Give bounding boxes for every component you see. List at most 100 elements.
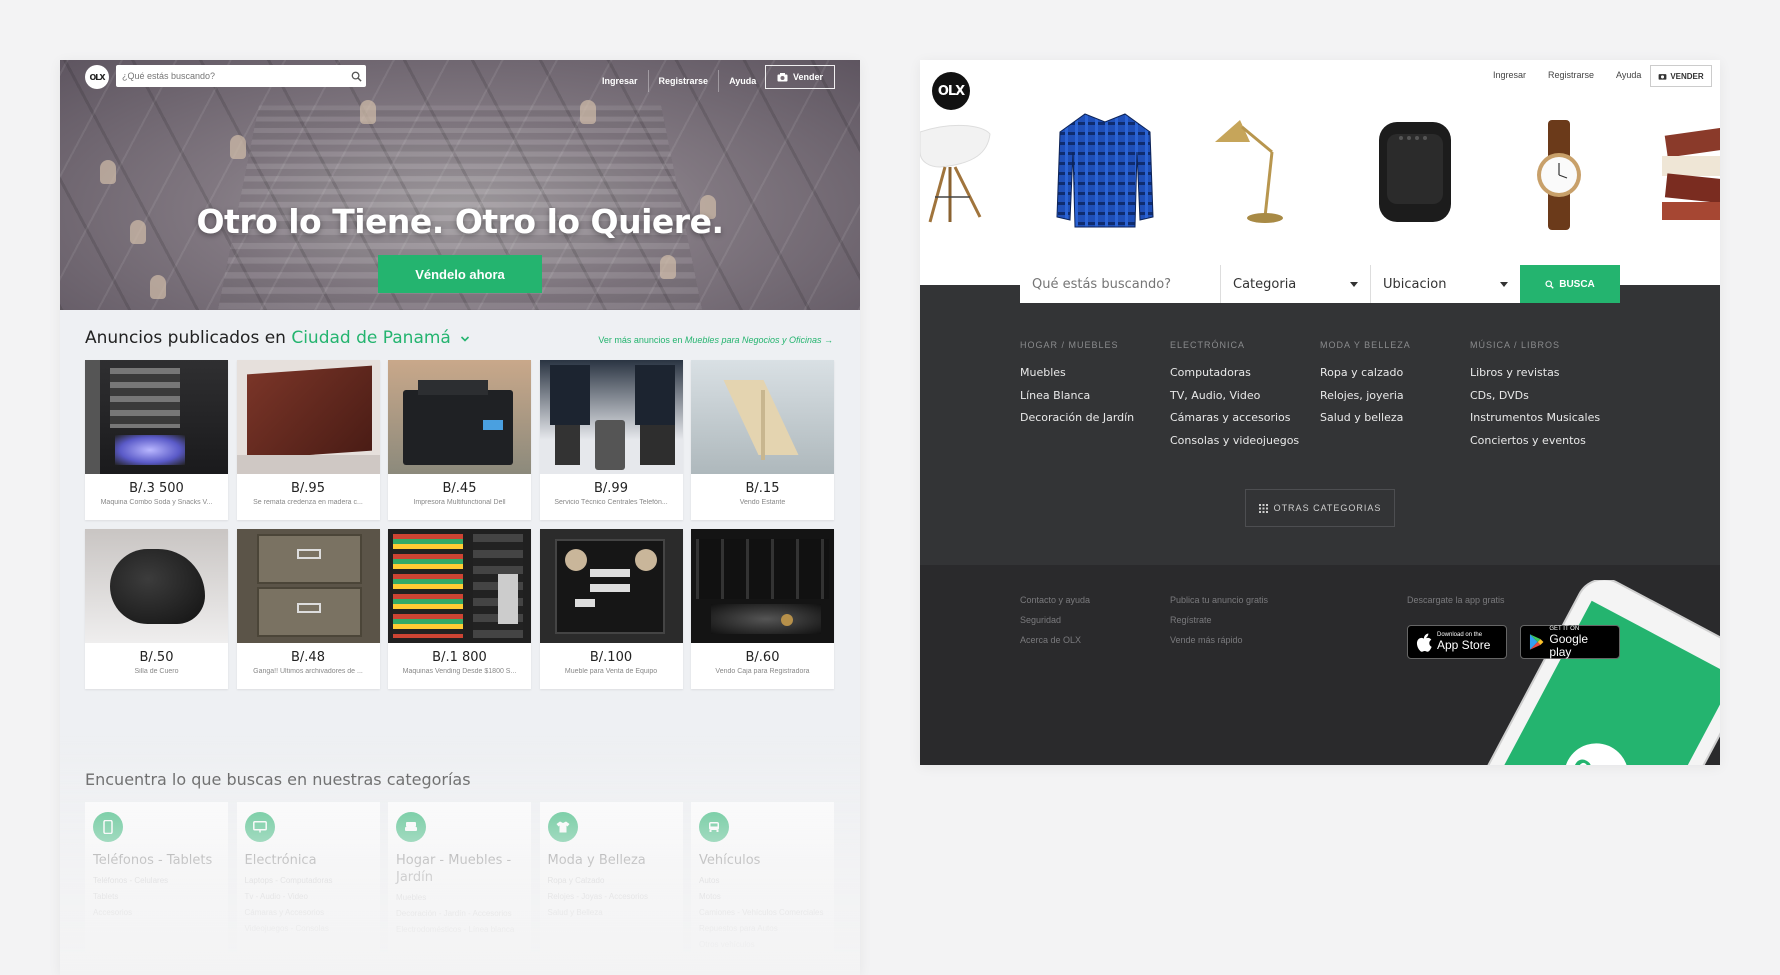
olx-logo[interactable]: OLX xyxy=(85,65,109,89)
category-link[interactable]: Ropa y calzado xyxy=(1320,362,1411,385)
category-link[interactable]: Instrumentos Musicales xyxy=(1470,407,1600,430)
ad-image xyxy=(236,529,380,643)
caret-down-icon xyxy=(1350,281,1358,287)
ad-price: B/.99 xyxy=(594,481,628,496)
ad-title: Ganga!! Ultimos archivadores de ... xyxy=(253,668,363,675)
sell-label: Vender xyxy=(792,72,823,82)
category-link[interactable]: Decoración de Jardín xyxy=(1020,407,1134,430)
ad-price: B/.60 xyxy=(745,650,780,665)
ad-card[interactable]: B/.50 Silla de Cuero xyxy=(85,529,228,689)
ad-card[interactable]: B/.100 Mueble para Venta de Equipo xyxy=(539,529,683,689)
ad-image xyxy=(539,360,683,474)
city-selector[interactable]: Ciudad de Panamá xyxy=(291,328,470,348)
location-select[interactable]: Ubicacion xyxy=(1370,265,1520,303)
nav-help[interactable]: Ayuda xyxy=(1616,70,1641,80)
footer-link[interactable]: Contacto y ayuda xyxy=(1020,590,1090,610)
ad-card[interactable]: B/.48 Ganga!! Ultimos archivadores de ..… xyxy=(236,529,380,689)
search-button-label: BUSCA xyxy=(1559,278,1595,290)
olx-home-mockup: OLX Ingresar Registrarse Ayuda Vender Ot… xyxy=(60,60,860,975)
ad-card[interactable]: B/.60 Vendo Caja para Registradora xyxy=(691,529,834,689)
ad-card[interactable]: B/.1 800 Maquinas Vending Desde $1800 S.… xyxy=(388,529,531,689)
caret-down-icon xyxy=(1500,281,1508,287)
camera-icon xyxy=(777,72,788,81)
ad-card[interactable]: B/.95 Se remata credenza en madera c... xyxy=(236,360,380,520)
footer-link[interactable]: Acerca de OLX xyxy=(1020,630,1090,650)
watch-image xyxy=(1537,120,1581,230)
city-label: Ciudad de Panamá xyxy=(291,328,451,348)
nav-register[interactable]: Registrarse xyxy=(1548,70,1594,80)
category-link[interactable]: TV, Audio, Video xyxy=(1170,385,1299,408)
ad-title: Mueble para Venta de Equipo xyxy=(564,668,658,675)
nav-login[interactable]: Ingresar xyxy=(592,70,648,92)
footer-link[interactable]: Regístrate xyxy=(1170,610,1268,630)
category-link[interactable]: CDs, DVDs xyxy=(1470,385,1600,408)
search-input[interactable] xyxy=(116,71,346,81)
search-input[interactable] xyxy=(1020,265,1220,303)
more-ads-link[interactable]: Ver más anuncios en Muebles para Negocio… xyxy=(598,335,833,345)
search-icon xyxy=(1545,279,1554,289)
category-card[interactable]: Electrónica Laptops - Computadoras Tv - A… xyxy=(236,802,380,975)
category-link[interactable]: Cámaras y accesorios xyxy=(1170,407,1299,430)
search-button[interactable]: BUSCA xyxy=(1520,265,1620,303)
category-card[interactable]: Teléfonos - Tablets Teléfonos - Celulare… xyxy=(85,802,228,975)
category-card[interactable]: Hogar - Muebles - Jardín Muebles Decoraci… xyxy=(388,802,531,975)
sell-button[interactable]: VENDER xyxy=(1650,65,1712,87)
ad-title: Impresora Multifunctional Dell xyxy=(413,499,506,506)
category-link[interactable]: Relojes, joyeria xyxy=(1320,385,1411,408)
camera-icon xyxy=(1658,73,1667,80)
ad-image xyxy=(388,529,531,643)
ad-card[interactable]: B/.15 Vendo Estante xyxy=(691,360,834,520)
category-card[interactable]: Moda y Belleza Ropa y Calzado Relojes - J… xyxy=(539,802,683,975)
ad-image xyxy=(85,360,228,474)
apple-icon xyxy=(1416,633,1432,652)
olx-alt-home-mockup: OLX Ingresar Registrarse Ayuda VENDER Qu… xyxy=(920,60,1720,765)
footer-link[interactable]: Seguridad xyxy=(1020,610,1090,630)
category-select[interactable]: Categoria xyxy=(1220,265,1370,303)
sell-button[interactable]: Vender xyxy=(765,65,835,89)
app-store-badge[interactable]: Download on the App Store xyxy=(1407,625,1507,659)
category-column: MÚSICA / LIBROS Libros y revistas CDs, D… xyxy=(1470,340,1600,452)
footer-links-1: Contacto y ayuda Seguridad Acerca de OLX xyxy=(1020,590,1090,650)
category-link[interactable]: Consolas y videojuegos xyxy=(1170,430,1299,453)
nav-register[interactable]: Registrarse xyxy=(647,70,719,92)
other-categories-button[interactable]: OTRAS CATEGORIAS xyxy=(1245,489,1395,527)
category-link[interactable]: Computadoras xyxy=(1170,362,1299,385)
ad-card[interactable]: B/.3 500 Maquina Combo Soda y Snacks V..… xyxy=(85,360,228,520)
category-card[interactable]: Vehículos Autos Motos Camiones - Vehículos… xyxy=(691,802,834,975)
column-heading: MÚSICA / LIBROS xyxy=(1470,340,1561,350)
sell-label: VENDER xyxy=(1670,71,1704,81)
category-link[interactable]: Libros y revistas xyxy=(1470,362,1600,385)
category-link[interactable]: Conciertos y eventos xyxy=(1470,430,1600,453)
nav-login[interactable]: Ingresar xyxy=(1493,70,1526,80)
category-link[interactable]: Muebles xyxy=(1020,362,1134,385)
phone-icon xyxy=(93,812,123,842)
search-icon[interactable] xyxy=(346,65,366,87)
footer-link[interactable]: Vende más rápido xyxy=(1170,630,1268,650)
footer-links-2: Publica tu anuncio gratis Regístrate Ven… xyxy=(1170,590,1268,650)
ad-title: Silla de Cuero xyxy=(134,668,179,675)
footer-link[interactable]: Publica tu anuncio gratis xyxy=(1170,590,1268,610)
ad-price: B/.15 xyxy=(745,481,780,496)
search-bar xyxy=(116,65,366,87)
category-link[interactable]: Salud y belleza xyxy=(1320,407,1411,430)
ad-price: B/.100 xyxy=(589,650,633,665)
ad-card[interactable]: B/.45 Impresora Multifunctional Dell xyxy=(388,360,531,520)
ad-price: B/.48 xyxy=(291,650,325,665)
category-name: Teléfonos - Tablets xyxy=(93,853,213,868)
ads-heading-text: Anuncios publicados en xyxy=(85,328,286,348)
google-play-badge[interactable]: GET IT ON Google play xyxy=(1520,625,1620,659)
category-select-value: Categoria xyxy=(1233,276,1297,292)
ad-image xyxy=(85,529,228,643)
column-heading: HOGAR / MUEBLES xyxy=(1020,340,1119,350)
ad-image xyxy=(691,360,834,474)
phone-illustration: OLX xyxy=(1465,580,1720,765)
sell-now-button[interactable]: Véndelo ahora xyxy=(378,255,542,293)
category-link[interactable]: Línea Blanca xyxy=(1020,385,1134,408)
category-name: Moda y Belleza xyxy=(547,853,646,868)
olx-logo[interactable]: OLX xyxy=(932,72,970,110)
ads-heading: Anuncios publicados en Ciudad de Panamá xyxy=(85,328,470,348)
ad-image xyxy=(539,529,683,643)
ad-card[interactable]: B/.99 Servicio Técnico Centrales Telefón… xyxy=(539,360,683,520)
nav-help[interactable]: Ayuda xyxy=(718,70,766,92)
category-subs: Autos Motos Camiones - Vehículos Comercial… xyxy=(699,876,824,949)
